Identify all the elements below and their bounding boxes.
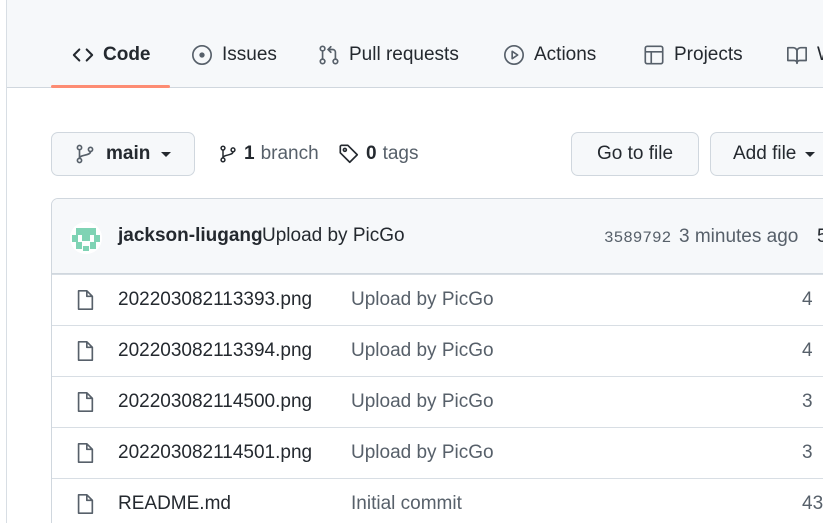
add-file-button[interactable]: Add file xyxy=(710,132,823,176)
file-icon xyxy=(77,494,94,514)
branch-selector[interactable]: main xyxy=(51,132,195,176)
commit-sha[interactable]: 3589792 xyxy=(604,229,671,247)
book-icon xyxy=(787,46,807,65)
tab-projects-label: Projects xyxy=(674,44,743,65)
branches-link[interactable]: 1 branch xyxy=(218,138,319,170)
issue-opened-icon xyxy=(192,45,212,65)
triangle-down-icon xyxy=(805,152,816,157)
tab-issues-label: Issues xyxy=(222,44,277,65)
tab-code[interactable]: Code xyxy=(72,38,151,72)
file-row[interactable]: 202203082113393.png Upload by PicGo 4 xyxy=(52,274,823,325)
tab-projects[interactable]: Projects xyxy=(643,38,743,72)
commit-author[interactable]: jackson-liugang xyxy=(118,225,263,247)
file-icon xyxy=(77,341,94,361)
file-name[interactable]: 202203082113393.png xyxy=(118,289,312,311)
file-age: 3 xyxy=(802,391,813,412)
tab-issues[interactable]: Issues xyxy=(191,38,277,72)
commit-message[interactable]: Upload by PicGo xyxy=(262,225,405,247)
tab-actions[interactable]: Actions xyxy=(503,38,596,72)
file-row[interactable]: 202203082114500.png Upload by PicGo 3 xyxy=(52,376,823,427)
file-name[interactable]: 202203082113394.png xyxy=(118,340,312,362)
avatar[interactable] xyxy=(70,222,102,254)
tag-icon xyxy=(339,144,359,164)
play-icon xyxy=(504,45,524,65)
file-icon xyxy=(77,443,94,463)
file-listing: jackson-liugang Upload by PicGo 3589792 … xyxy=(51,198,823,523)
identicon-avatar-icon xyxy=(70,222,102,254)
latest-commit-bar: jackson-liugang Upload by PicGo 3589792 … xyxy=(52,199,823,274)
git-branch-icon xyxy=(76,144,94,164)
file-age: 3 xyxy=(802,442,813,463)
page-left-border xyxy=(6,0,7,523)
branch-count-label: branch xyxy=(260,143,319,164)
tab-pull-requests-label: Pull requests xyxy=(349,44,459,65)
branch-count: 1 xyxy=(244,143,255,164)
repository-page: Code Issues Pull requests Actions Projec… xyxy=(0,0,823,523)
file-icon xyxy=(77,392,94,412)
tag-count: 0 xyxy=(366,143,377,164)
add-file-label: Add file xyxy=(733,143,797,164)
tab-code-label: Code xyxy=(103,44,151,65)
file-name[interactable]: 202203082114500.png xyxy=(118,391,312,413)
file-icon xyxy=(77,290,94,310)
file-commit-message[interactable]: Upload by PicGo xyxy=(351,391,494,413)
file-age: 43 xyxy=(802,493,823,514)
file-age: 4 xyxy=(802,340,813,361)
branch-name: main xyxy=(106,143,151,164)
file-commit-message[interactable]: Initial commit xyxy=(351,493,462,515)
file-commit-message[interactable]: Upload by PicGo xyxy=(351,289,494,311)
tab-wiki[interactable]: W xyxy=(786,38,823,72)
git-pull-request-icon xyxy=(319,45,339,65)
tab-wiki-label: W xyxy=(817,44,823,66)
file-age: 4 xyxy=(802,289,813,310)
file-name[interactable]: 202203082114501.png xyxy=(118,442,312,464)
active-tab-indicator xyxy=(51,85,170,88)
go-to-file-label: Go to file xyxy=(596,143,674,164)
file-commit-message[interactable]: Upload by PicGo xyxy=(351,442,494,464)
go-to-file-button[interactable]: Go to file xyxy=(571,132,699,176)
tag-count-label: tags xyxy=(382,143,419,164)
file-commit-message[interactable]: Upload by PicGo xyxy=(351,340,494,362)
file-name[interactable]: README.md xyxy=(118,493,231,515)
file-row[interactable]: 202203082114501.png Upload by PicGo 3 xyxy=(52,427,823,478)
commit-time: 3 minutes ago xyxy=(679,226,799,247)
git-branch-icon xyxy=(220,145,236,163)
code-icon xyxy=(72,48,94,62)
commit-count-truncated: 5 xyxy=(817,226,823,248)
file-row[interactable]: 202203082113394.png Upload by PicGo 4 xyxy=(52,325,823,376)
tab-actions-label: Actions xyxy=(534,44,597,65)
file-row[interactable]: README.md Initial commit 43 xyxy=(52,478,823,523)
table-icon xyxy=(644,45,664,65)
triangle-down-icon xyxy=(161,152,172,157)
tab-pull-requests[interactable]: Pull requests xyxy=(318,38,459,72)
tags-link[interactable]: 0 tags xyxy=(338,138,419,170)
